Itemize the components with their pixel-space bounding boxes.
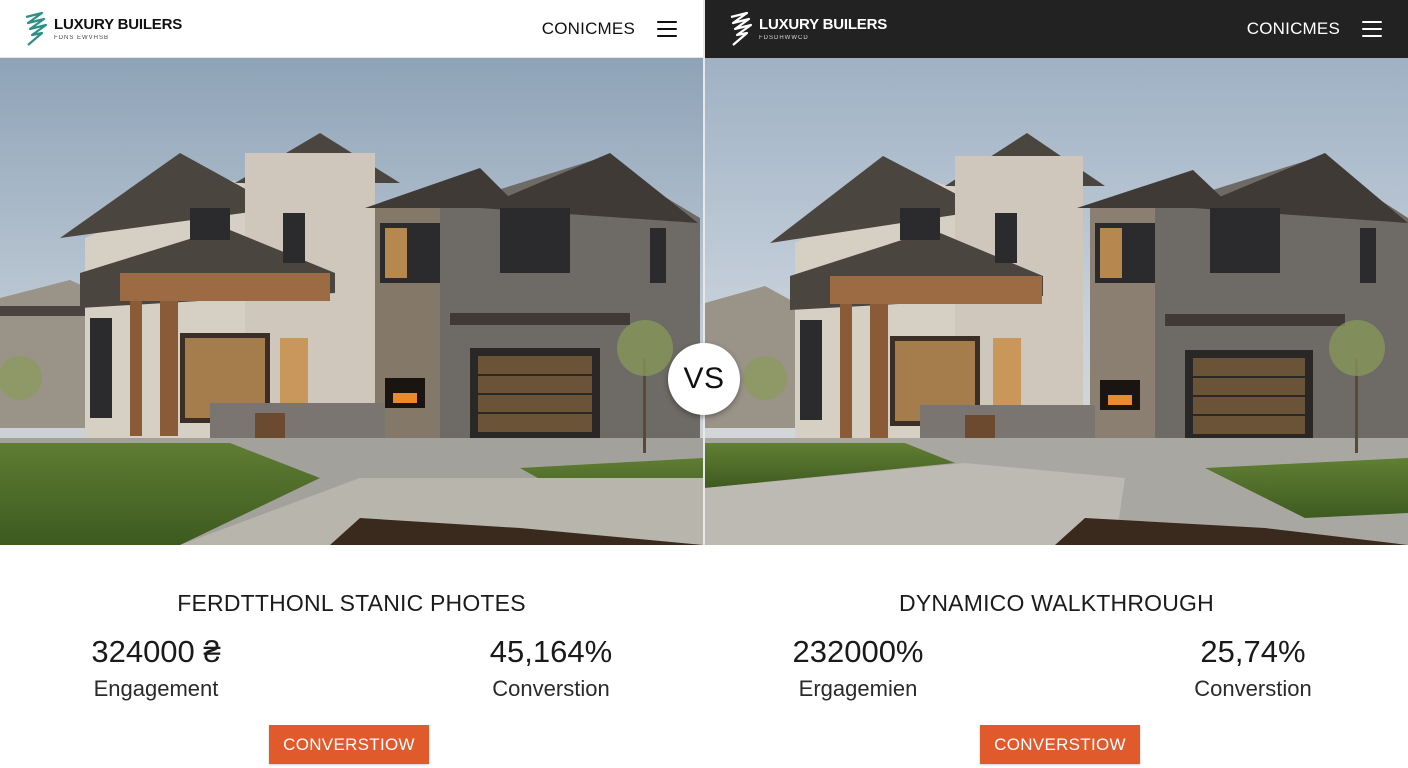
- logo-tagline: FDSDHWWCD: [759, 35, 809, 41]
- stat-conversion: 45,164% Converstion: [465, 634, 637, 702]
- hamburger-menu-icon[interactable]: [1362, 21, 1382, 37]
- right-panel: LUXURY BUILERS FDSDHWWCD CONICMES DYNAMI…: [705, 0, 1408, 768]
- stat-value: 25,74%: [1200, 634, 1306, 669]
- logo-mark-icon: [727, 11, 753, 47]
- logo-name: LUXURY BUILERS: [759, 16, 888, 33]
- logo-tagline: FDNS EWVHSB: [54, 34, 110, 41]
- nav-link-contacts[interactable]: CONICMES: [542, 19, 635, 39]
- stat-label: Converstion: [492, 676, 610, 701]
- cta-button[interactable]: CONVERSTIOW: [269, 725, 429, 764]
- left-navbar: LUXURY BUILERS FDNS EWVHSB CONICMES: [0, 0, 703, 58]
- logo-name: LUXURY BUILERS: [54, 15, 183, 33]
- house-photo-static: [0, 58, 703, 545]
- cta-button[interactable]: CONVERSTIOW: [980, 725, 1140, 764]
- logo-mark-icon: [22, 11, 48, 47]
- section-title-static: FERDTTHONL STANIC PHOTES: [177, 590, 526, 616]
- stat-label: Engagement: [93, 676, 219, 701]
- right-logo[interactable]: LUXURY BUILERS FDSDHWWCD: [727, 11, 887, 47]
- stat-value: 324000 ₴: [91, 634, 221, 669]
- left-panel: LUXURY BUILERS FDNS EWVHSB CONICMES FERD…: [0, 0, 703, 768]
- stat-conversion: 25,74% Converstion: [1167, 634, 1339, 702]
- stat-label: Converstion: [1194, 676, 1312, 701]
- stat-label: Ergagemien: [798, 676, 918, 701]
- house-photo-walkthrough: [705, 58, 1408, 545]
- hamburger-menu-icon[interactable]: [657, 20, 677, 37]
- stat-engagement: 324000 ₴ Engagement: [70, 634, 242, 702]
- left-logo[interactable]: LUXURY BUILERS FDNS EWVHSB: [22, 11, 182, 47]
- vs-badge: VS: [668, 343, 740, 415]
- stat-engagement: 232000% Ergagemien: [772, 634, 944, 702]
- right-navbar: LUXURY BUILERS FDSDHWWCD CONICMES: [705, 0, 1408, 58]
- nav-link-contacts[interactable]: CONICMES: [1247, 19, 1340, 39]
- stat-value: 232000%: [792, 634, 924, 669]
- stat-value: 45,164%: [489, 634, 613, 669]
- section-title-walkthrough: DYNAMICO WALKTHROUGH: [899, 590, 1214, 616]
